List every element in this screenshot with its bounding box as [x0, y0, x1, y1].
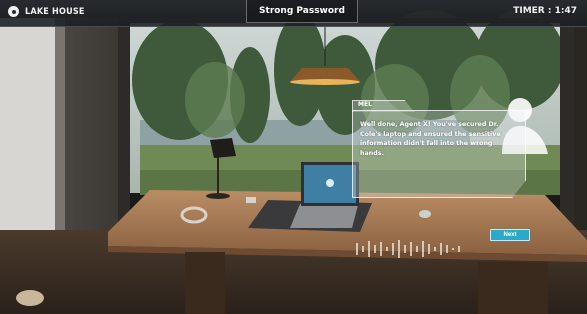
next-button[interactable]: Next — [490, 229, 530, 241]
location-label: LAKE HOUSE — [25, 6, 85, 17]
location-pin-icon — [8, 6, 19, 17]
dialog-message: Well done, Agent X! You've secured Dr. C… — [360, 121, 501, 157]
location-indicator: LAKE HOUSE — [8, 6, 85, 17]
dialog-speaker-name: MEL — [358, 101, 372, 108]
voice-waveform-icon — [356, 240, 460, 258]
hud-top-bar: LAKE HOUSE Strong Password TIMER : 1:47 — [0, 0, 587, 27]
mission-title: Strong Password — [246, 0, 358, 23]
timer-display: TIMER : 1:47 — [513, 6, 577, 16]
